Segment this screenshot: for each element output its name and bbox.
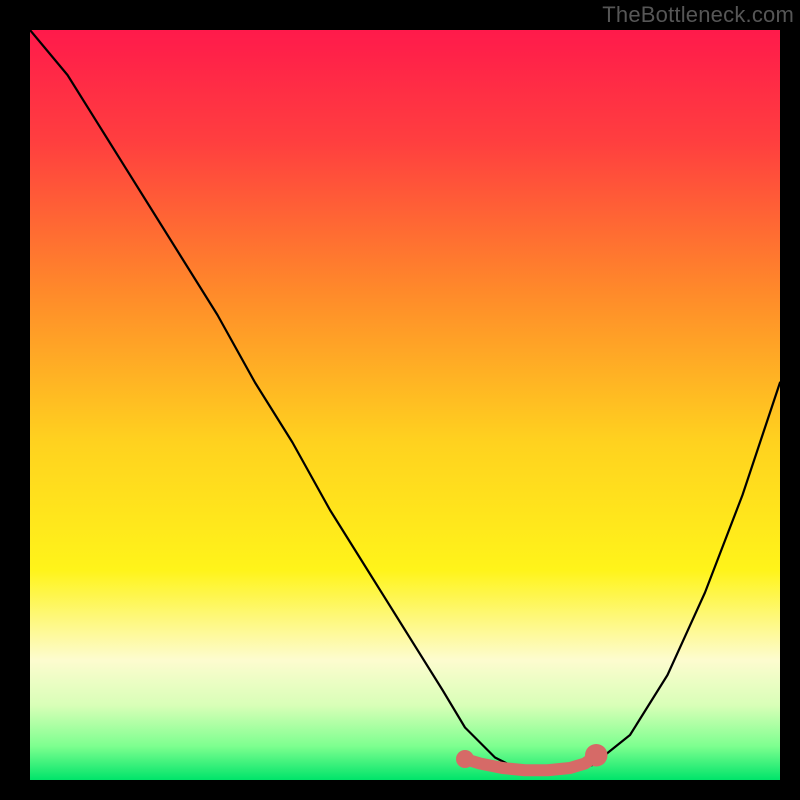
sweet-spot-start	[456, 750, 474, 768]
gradient-background	[30, 30, 780, 780]
sweet-spot-end	[585, 744, 608, 767]
watermark-text: TheBottleneck.com	[602, 2, 794, 28]
chart-plot	[30, 30, 780, 780]
chart-svg	[30, 30, 780, 780]
stage: TheBottleneck.com	[0, 0, 800, 800]
